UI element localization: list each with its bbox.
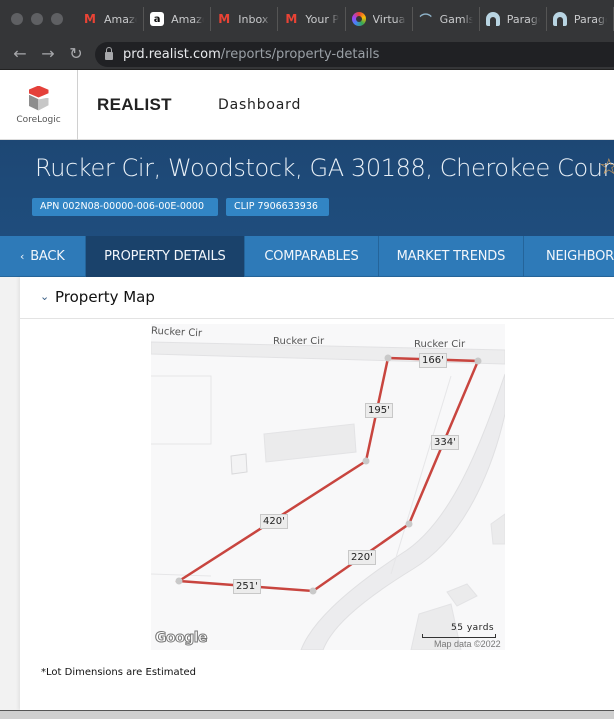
gmail-icon: M (84, 12, 96, 26)
property-address: Rucker Cir, Woodstock, GA 30188, Cheroke… (35, 154, 614, 182)
tab-neighborhood[interactable]: NEIGHBORHOOD (524, 236, 614, 277)
scale-bar (422, 634, 496, 638)
map-data-attribution[interactable]: Map data ©2022 (434, 639, 501, 649)
window-controls (11, 13, 63, 25)
chevron-down-icon[interactable]: ⌄ (40, 290, 49, 303)
road-label: Rucker Cir (273, 336, 325, 347)
map-canvas (151, 341, 505, 650)
virtual-icon (351, 12, 366, 26)
lot-dimension-label: 334' (431, 435, 459, 450)
browser-forward-icon[interactable]: → (34, 44, 62, 63)
building-footprint (490, 513, 505, 545)
tab-title: Gamls (439, 12, 473, 26)
browser-tab[interactable]: M Your P (278, 7, 346, 31)
browser-tab[interactable]: Paragon (547, 7, 614, 31)
window-bottom-edge (0, 710, 614, 719)
logo-text: CoreLogic (16, 114, 61, 125)
tab-title: Your P (305, 12, 339, 26)
curved-road (300, 373, 505, 650)
corelogic-logo[interactable]: CoreLogic (0, 70, 78, 140)
browser-back-icon[interactable]: ← (6, 44, 34, 63)
property-header: Rucker Cir, Woodstock, GA 30188, Cheroke… (0, 140, 614, 236)
browser-tab-bar: M Amazon a Amazon M Inbox M Your P Virtu… (0, 0, 614, 38)
lot-dimension-label: 166' (419, 353, 447, 368)
lot-vertex (405, 520, 413, 528)
building-footprint (230, 453, 248, 475)
lot-vertex (474, 357, 482, 365)
report-nav-tabs: ‹ BACK PROPERTY DETAILS COMPARABLES MARK… (0, 236, 614, 277)
tab-title: Amazon (171, 12, 204, 26)
tab-title: Inbox (238, 12, 269, 26)
lot-dimension-note: *Lot Dimensions are Estimated (41, 667, 197, 678)
paragon-icon (552, 12, 567, 26)
close-window-button[interactable] (11, 13, 23, 25)
lot-dimension-label: 251' (233, 579, 261, 594)
lot-dimension-label: 220' (348, 550, 376, 565)
road-label: Rucker Cir (414, 339, 466, 350)
clip-badge: CLIP 7906633936 (226, 198, 329, 216)
apn-badge: APN 002N08-00000-006-00E-0000 (32, 198, 218, 216)
gmail-icon: M (218, 12, 231, 26)
dashboard-link[interactable]: Dashboard (218, 97, 301, 113)
lock-icon (105, 47, 113, 60)
building-footprint (446, 583, 478, 607)
tab-property-details[interactable]: PROPERTY DETAILS (85, 236, 246, 277)
parcel-line (151, 573, 212, 577)
star-icon[interactable]: ☆ (599, 155, 614, 180)
google-logo: Google (154, 630, 208, 647)
url-path: /reports/property-details (220, 47, 380, 62)
lot-dimension-label: 195' (365, 403, 393, 418)
lot-boundary (175, 356, 480, 593)
minimize-window-button[interactable] (31, 13, 43, 25)
tab-title: Virtual (372, 12, 406, 26)
section-header[interactable]: ⌄ Property Map (20, 277, 614, 319)
reload-icon[interactable]: ↻ (62, 44, 90, 63)
back-label: BACK (30, 249, 65, 264)
building-footprint (263, 423, 357, 463)
property-map-panel: ⌄ Property Map Rucker Cir Rucker Cir Ruc… (20, 277, 614, 710)
lot-vertices (175, 354, 482, 595)
browser-tab[interactable]: Virtual (346, 7, 413, 31)
scale-label: 55 yards (451, 623, 495, 633)
browser-tab[interactable]: a Amazon (144, 7, 212, 31)
parcel-line (151, 375, 212, 445)
amazon-icon: a (150, 12, 165, 26)
browser-tab[interactable]: ⌒ Gamls (413, 7, 480, 31)
cube-logo-icon (27, 85, 51, 112)
tab-title: Paragon (573, 12, 607, 26)
tab-comparables[interactable]: COMPARABLES (245, 236, 379, 277)
address-bar[interactable]: prd.realist.com/reports/property-details (95, 42, 614, 67)
maximize-window-button[interactable] (51, 13, 63, 25)
back-button[interactable]: ‹ BACK (0, 236, 86, 277)
lot-dimension-label: 420' (260, 514, 288, 529)
browser-tab[interactable]: M Amazon (77, 7, 145, 31)
url-host: prd.realist.com (123, 47, 221, 62)
lot-vertex (384, 354, 392, 362)
property-map[interactable]: Rucker Cir Rucker Cir Rucker Cir 166' 33… (151, 324, 505, 650)
gmail-icon: M (285, 12, 298, 26)
section-title: Property Map (55, 288, 155, 306)
lot-vertex (362, 457, 370, 465)
browser-tab[interactable]: Paragon (480, 7, 547, 31)
paragon-icon (485, 12, 500, 26)
chevron-left-icon: ‹ (19, 250, 25, 263)
lot-vertex (309, 587, 317, 595)
browser-tab[interactable]: M Inbox (211, 7, 279, 31)
tab-title: Paragon (506, 12, 540, 26)
gamls-icon: ⌒ (419, 12, 432, 27)
lot-vertex (175, 577, 183, 585)
content-area: ⌄ Property Map Rucker Cir Rucker Cir Ruc… (0, 277, 614, 710)
tab-title: Amazon (104, 12, 137, 26)
app-brand: REALIST (97, 95, 172, 114)
app-header: CoreLogic REALIST Dashboard (0, 70, 614, 140)
tab-market-trends[interactable]: MARKET TRENDS (379, 236, 524, 277)
browser-toolbar: ← → ↻ prd.realist.com/reports/property-d… (0, 38, 614, 70)
